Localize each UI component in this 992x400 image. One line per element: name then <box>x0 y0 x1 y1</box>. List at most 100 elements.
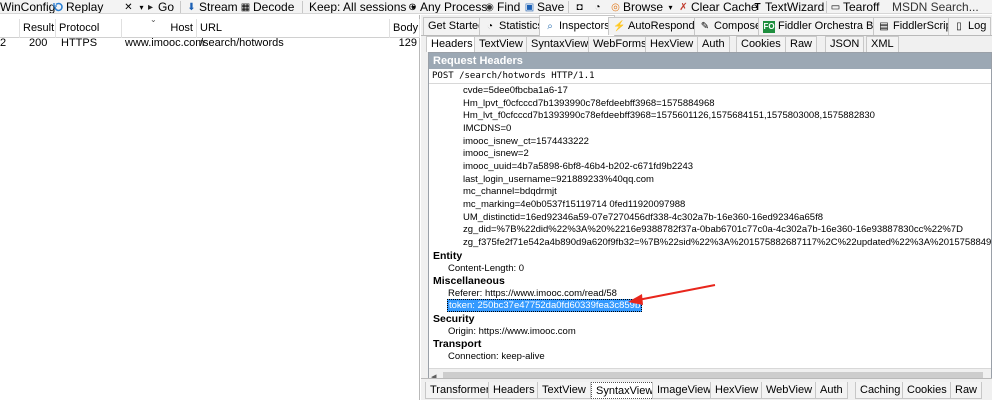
decode-icon: ▦ <box>240 1 251 13</box>
response-inspector-tabs: Transformer Headers TextView SyntaxView … <box>421 378 992 400</box>
winconfig-button[interactable]: WinConfig <box>0 0 55 13</box>
request-headers-title: Request Headers <box>429 53 991 69</box>
composer-icon: ✎ <box>700 20 710 32</box>
table-row[interactable]: 2 200 HTTPS www.imooc.com /search/hotwor… <box>0 36 420 51</box>
browse-button[interactable]: ◎ Browse ▾ <box>610 0 676 13</box>
keep-sessions-label: Keep: All sessions <box>309 0 407 14</box>
request-tab-auth[interactable]: Auth <box>697 36 730 52</box>
response-tab-hexview[interactable]: HexView <box>710 382 764 399</box>
clear-cache-button[interactable]: ✗ Clear Cache <box>678 0 757 13</box>
timer-button[interactable]: ◔ <box>592 0 603 13</box>
statistics-icon: ◔ <box>486 20 494 32</box>
remove-button[interactable]: ✕ ▾ <box>123 0 147 13</box>
msdn-search-placeholder: MSDN Search... <box>892 0 979 14</box>
crosshair-icon: ⊕ <box>408 1 417 13</box>
cookie-line: imooc_isnew=2 <box>463 148 529 159</box>
request-tab-textview[interactable]: TextView <box>474 36 528 52</box>
save-button[interactable]: ▣ Save <box>524 0 565 14</box>
request-tab-syntaxview[interactable]: SyntaxView <box>526 36 594 52</box>
response-tab-cookies[interactable]: Cookies <box>902 382 952 399</box>
camera-icon: ◘ <box>576 1 583 13</box>
keep-sessions-dropdown[interactable]: Keep: All sessions ▾ <box>309 0 419 14</box>
save-icon: ▣ <box>524 1 535 13</box>
request-tab-raw[interactable]: Raw <box>785 36 818 52</box>
request-tab-webforms[interactable]: WebForms <box>588 36 652 52</box>
find-button[interactable]: ◉ Find <box>484 0 521 14</box>
row-body: 129 <box>398 37 417 49</box>
tearoff-icon: ▭ <box>830 1 841 13</box>
tab-log[interactable]: ▯ Log <box>948 17 992 35</box>
tearoff-button[interactable]: ▭ Tearoff <box>830 0 880 14</box>
textwizard-button[interactable]: T TextWizard <box>752 0 824 13</box>
save-label: Save <box>537 0 565 14</box>
any-process-button[interactable]: ⊕ Any Process <box>407 0 488 14</box>
toolbar-divider <box>180 1 181 13</box>
stream-label: Stream <box>199 0 238 14</box>
cookie-line: mc_marking=4e0b0537f15119714 0fed1192009… <box>463 199 686 210</box>
tab-inspectors[interactable]: ⌕ Inspectors <box>539 15 615 37</box>
cookie-line: Hm_lpvt_f0cfcccd7b1393990c78efdeebff3968… <box>463 98 715 109</box>
response-tab-raw[interactable]: Raw <box>950 382 983 399</box>
response-tab-headers[interactable]: Headers <box>488 382 540 399</box>
request-tab-xml[interactable]: XML <box>866 36 899 52</box>
decode-label: Decode <box>253 0 295 14</box>
timer-icon: ◔ <box>594 1 601 13</box>
response-tab-caching[interactable]: Caching <box>855 382 906 399</box>
autoresponder-icon: ⚡ <box>613 20 626 32</box>
response-tab-webview[interactable]: WebView <box>761 382 818 399</box>
main-tabs: Get Started ◔ Statistics ⌕ Inspectors ⚡ Aut… <box>421 15 992 37</box>
cookie-line: mc_channel=bdqdrmjt <box>463 186 557 197</box>
entity-content-length: Content-Length: 0 <box>448 263 525 274</box>
cookie-line: Hm_lvt_f0cfcccd7b1393990c78efdeebff3968=… <box>463 110 875 121</box>
go-label: Go <box>158 0 175 14</box>
text-wizard-icon: T <box>754 1 761 13</box>
group-misc-title: Miscellaneous <box>433 275 505 287</box>
decode-button[interactable]: ▦ Decode <box>240 0 295 14</box>
response-tab-textview[interactable]: TextView <box>537 382 591 399</box>
misc-token-selected[interactable]: token: 250bc37e47752da0fd60339fea3c859b <box>447 299 643 312</box>
security-origin: Origin: https://www.imooc.com <box>448 326 576 337</box>
tab-label: Get Started <box>428 20 485 32</box>
toolbar-divider <box>568 1 569 13</box>
cookie-line: imooc_uuid=4b7a5898-6bf8-46b4-b202-c671f… <box>463 161 694 172</box>
tearoff-label: Tearoff <box>843 0 880 14</box>
binoculars-icon: ◉ <box>485 1 494 13</box>
request-inspector-tabs: Headers TextView SyntaxView WebForms Hex… <box>421 36 992 52</box>
replay-button[interactable]: Replay <box>53 0 104 14</box>
find-label: Find <box>497 0 521 14</box>
tab-statistics[interactable]: ◔ Statistics <box>479 17 549 35</box>
remove-x-icon: ✕ <box>124 1 133 13</box>
screenshot-button[interactable]: ◘ <box>574 0 585 13</box>
stream-icon: ⬇ <box>187 1 196 13</box>
any-process-label: Any Process <box>420 0 488 14</box>
clear-cache-icon: ✗ <box>679 1 688 13</box>
response-tab-auth[interactable]: Auth <box>815 382 848 399</box>
request-tab-json[interactable]: JSON <box>825 36 865 52</box>
response-tab-transformer[interactable]: Transformer <box>425 382 495 399</box>
request-tab-headers[interactable]: Headers <box>426 36 478 52</box>
go-button[interactable]: ▸ Go <box>145 0 175 14</box>
response-tab-imageview[interactable]: ImageView <box>652 382 717 399</box>
tab-label: Statistics <box>499 20 544 32</box>
row-num: 2 <box>0 37 7 49</box>
tab-fiddlerscript[interactable]: ▤ FiddlerScript <box>873 17 960 35</box>
cookie-line: UM_distinctid=16ed92346a59-07e7270456df3… <box>463 212 823 223</box>
msdn-search-input[interactable]: MSDN Search... <box>892 0 979 14</box>
group-transport-title: Transport <box>433 338 482 350</box>
tab-label: AutoResponder <box>628 20 705 32</box>
log-icon: ▯ <box>956 20 962 32</box>
request-tab-cookies[interactable]: Cookies <box>736 36 786 52</box>
replay-label: Replay <box>66 0 104 14</box>
response-tab-syntaxview[interactable]: SyntaxView <box>591 382 659 399</box>
row-result: 200 <box>29 37 48 49</box>
row-host: www.imooc.com <box>125 37 205 49</box>
stream-button[interactable]: ⬇ Stream <box>186 0 238 14</box>
sort-arrow-icon: ⌄ <box>150 15 157 24</box>
inspectors-icon: ⌕ <box>547 20 553 32</box>
cookie-line: cvde=5dee0fbcba1a6-17 <box>463 85 568 96</box>
toolbar-divider <box>302 1 303 13</box>
tab-label: FiddlerScript <box>893 20 955 32</box>
sessions-list: Result Protocol Host URL Body ⌄ 2 200 HT… <box>0 15 420 400</box>
main-toolbar: WinConfig Replay ✕ ▾ ▸ Go ⬇ Stream ▦ Dec… <box>0 0 992 14</box>
request-tab-hexview[interactable]: HexView <box>645 36 699 52</box>
